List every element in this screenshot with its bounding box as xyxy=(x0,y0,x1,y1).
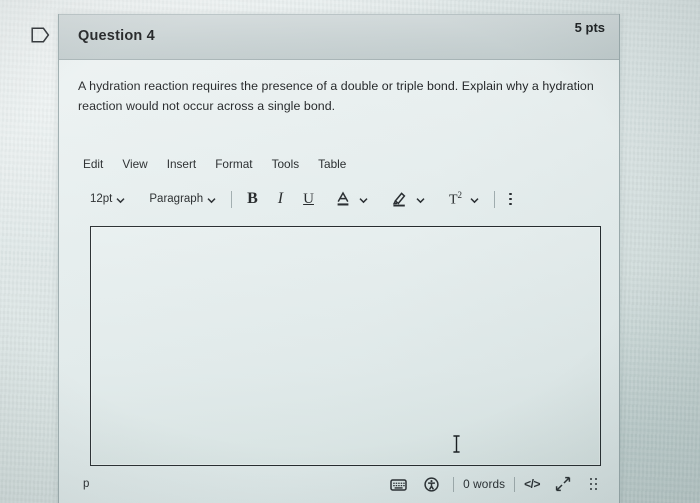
menu-item-tools[interactable]: Tools xyxy=(272,157,300,171)
chevron-down-icon xyxy=(207,196,216,205)
text-color-icon xyxy=(336,191,350,207)
status-divider xyxy=(453,476,455,492)
kebab-dot xyxy=(509,202,512,206)
bold-button[interactable]: B xyxy=(240,188,265,210)
word-count: 0 words xyxy=(463,477,506,491)
italic-button[interactable]: I xyxy=(271,188,290,210)
page-title: Question 4 xyxy=(78,28,155,44)
highlight-color-button[interactable] xyxy=(385,189,432,209)
toolbar-divider xyxy=(494,190,496,208)
toolbar-divider xyxy=(231,190,233,208)
kebab-dot xyxy=(509,192,512,196)
menu-item-table[interactable]: Table xyxy=(318,157,346,171)
toolbar-more-options-button[interactable] xyxy=(503,191,518,208)
editor-status-bar: p 0 words </> xyxy=(83,472,603,496)
font-size-dropdown[interactable]: 12pt xyxy=(83,191,132,207)
source-code-button[interactable]: </> xyxy=(524,477,540,491)
rich-text-editor-area[interactable] xyxy=(90,226,601,466)
chevron-down-icon[interactable] xyxy=(416,196,425,205)
superscript-button[interactable]: T2 xyxy=(442,188,486,211)
status-divider xyxy=(514,476,516,492)
editor-menubar: Edit View Insert Format Tools Table xyxy=(83,157,346,171)
menu-item-view[interactable]: View xyxy=(122,157,147,171)
points-badge: 5 pts xyxy=(574,20,605,35)
block-format-dropdown[interactable]: Paragraph xyxy=(142,191,223,207)
superscript-icon: T2 xyxy=(448,189,463,208)
chevron-down-icon[interactable] xyxy=(359,196,368,205)
block-format-value: Paragraph xyxy=(149,193,204,205)
editor-toolbar: 12pt Paragraph B I U T2 xyxy=(83,186,599,212)
font-size-value: 12pt xyxy=(90,193,113,205)
chevron-down-icon xyxy=(116,196,125,205)
menu-item-edit[interactable]: Edit xyxy=(83,157,103,171)
resize-diagonal-icon xyxy=(555,476,571,492)
question-card-header: Question 4 5 pts xyxy=(59,14,619,60)
text-color-button[interactable] xyxy=(329,189,375,209)
italic-icon: I xyxy=(277,190,284,207)
accessibility-icon xyxy=(424,476,439,492)
underline-icon: U xyxy=(303,190,314,207)
highlighter-icon xyxy=(392,191,407,207)
underline-button[interactable]: U xyxy=(296,189,321,210)
drag-handle-icon[interactable] xyxy=(585,477,603,491)
accessibility-checker-button[interactable] xyxy=(419,476,444,492)
question-card: Question 4 5 pts A hydration reaction re… xyxy=(58,14,620,503)
menu-item-insert[interactable]: Insert xyxy=(167,157,197,171)
bookmark-flag-icon[interactable] xyxy=(31,27,50,43)
chevron-down-icon[interactable] xyxy=(470,196,479,205)
text-cursor-i-beam xyxy=(452,435,461,453)
keyboard-icon xyxy=(390,478,407,491)
bold-icon: B xyxy=(247,190,258,207)
question-prompt: A hydration reaction requires the presen… xyxy=(78,79,594,113)
menu-item-format[interactable]: Format xyxy=(215,157,252,171)
fullscreen-resize-button[interactable] xyxy=(550,476,576,492)
element-path[interactable]: p xyxy=(83,478,89,490)
keyboard-shortcuts-button[interactable] xyxy=(385,478,412,491)
kebab-dot xyxy=(509,197,512,201)
